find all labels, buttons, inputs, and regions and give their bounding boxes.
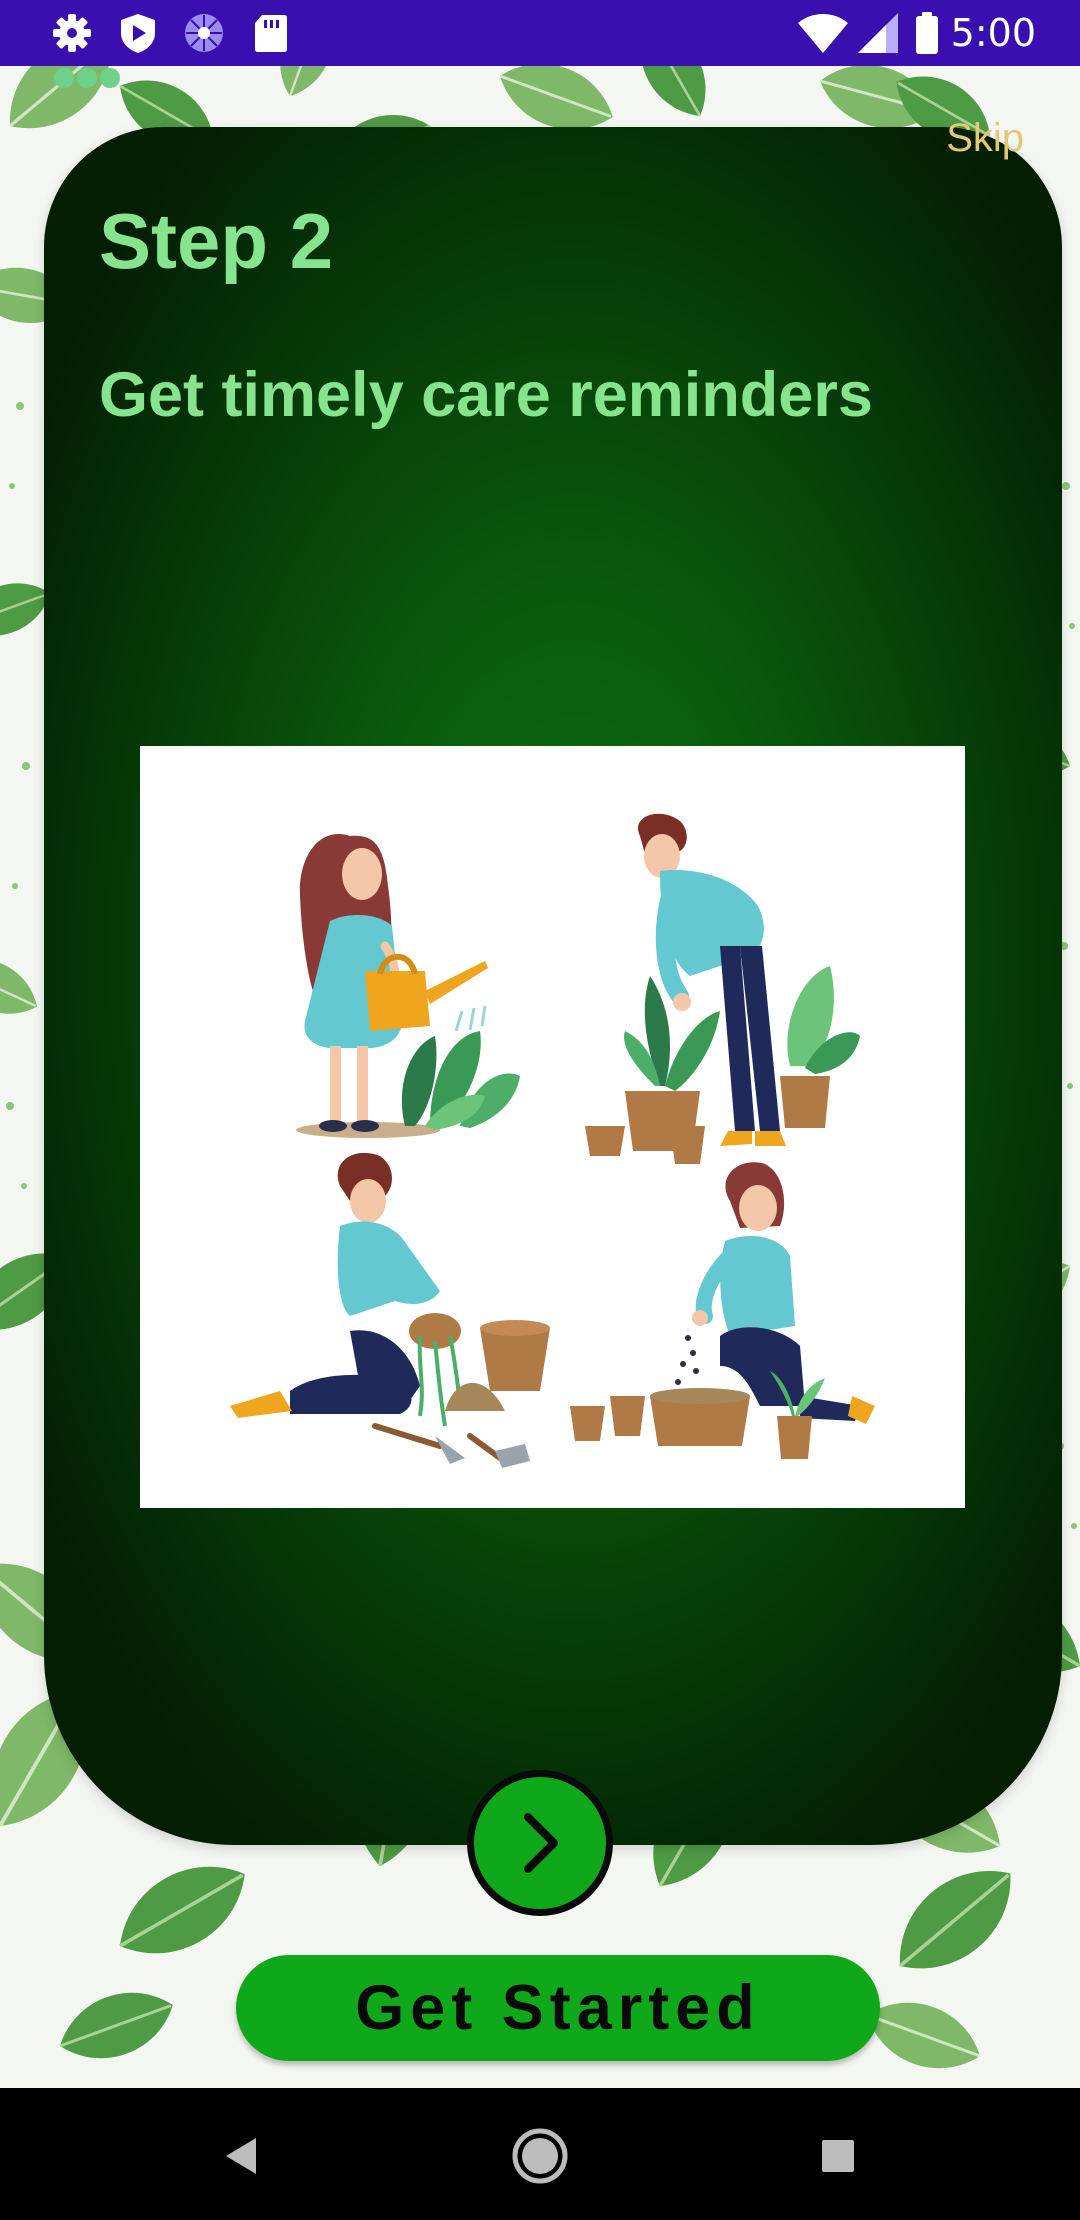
- recents-square-icon[interactable]: [806, 2124, 870, 2188]
- next-button[interactable]: [467, 1770, 613, 1916]
- home-circle-icon[interactable]: [508, 2124, 572, 2188]
- spinner-icon: [182, 11, 226, 55]
- skip-link[interactable]: Skip: [946, 116, 1024, 161]
- gear-icon: [50, 11, 94, 55]
- woman-watering-figure: [296, 834, 520, 1138]
- back-triangle-icon[interactable]: [210, 2124, 274, 2188]
- man-tending-plants-figure: [585, 813, 860, 1164]
- sd-card-icon: [248, 11, 292, 55]
- page-dot: [54, 68, 74, 88]
- signal-icon: [856, 11, 902, 55]
- page-indicator: [54, 68, 120, 88]
- status-bar: 5:00: [0, 0, 1080, 66]
- woman-planting-figure: [570, 1162, 875, 1459]
- step-title: Step 2: [99, 197, 334, 285]
- gardening-illustration: [140, 746, 965, 1508]
- chevron-right-icon: [524, 1813, 558, 1873]
- wifi-icon: [796, 11, 850, 55]
- step-subtitle: Get timely care reminders: [99, 360, 873, 430]
- navigation-bar: [0, 2088, 1080, 2220]
- get-started-button[interactable]: Get Started: [236, 1955, 880, 2061]
- page-dot: [100, 68, 120, 88]
- page-dot: [77, 68, 97, 88]
- play-shield-icon: [116, 11, 160, 55]
- kneeling-man-figure: [230, 1152, 550, 1468]
- battery-icon: [914, 11, 940, 55]
- gardening-people-illustration-icon: [230, 813, 875, 1468]
- clock-time: 5:00: [950, 11, 1036, 55]
